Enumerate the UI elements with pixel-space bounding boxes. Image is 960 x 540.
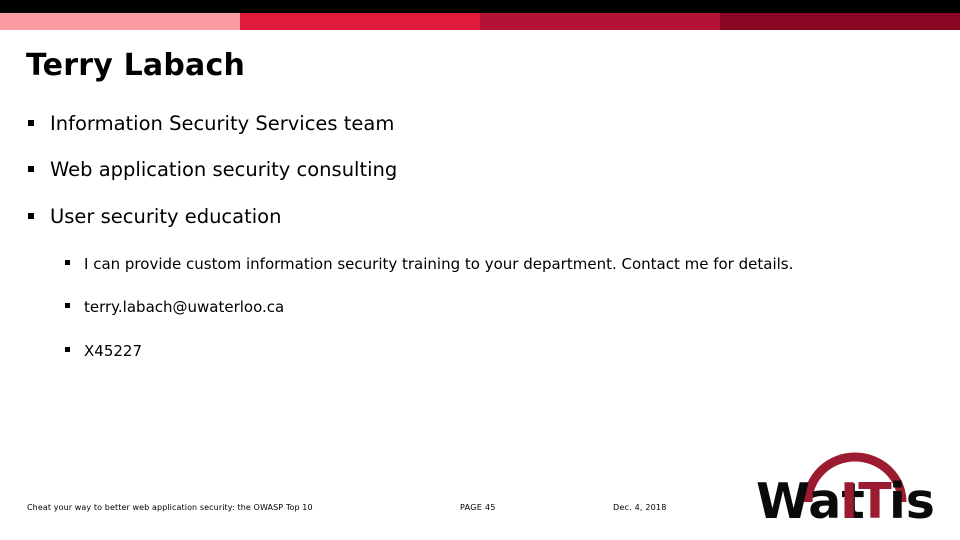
- slide-title: Terry Labach: [26, 48, 246, 83]
- topbar-segment-3: [480, 13, 720, 30]
- topbar-black-band: [0, 0, 960, 13]
- bullet-text: Web application security consulting: [50, 158, 398, 182]
- bullet-marker-icon: [28, 166, 34, 173]
- sub-bullet-item: terry.labach@uwaterloo.ca: [62, 296, 926, 319]
- bullet-item: Information Security Services team: [26, 112, 926, 136]
- slide-body: Information Security Services team Web a…: [26, 112, 926, 363]
- footer-presentation-title: Cheat your way to better web application…: [27, 503, 313, 512]
- sub-bullet-list: I can provide custom information securit…: [62, 253, 926, 363]
- bullet-marker-icon: [28, 212, 34, 219]
- sub-bullet-extension-text: X45227: [84, 341, 142, 360]
- logo-text-is: is: [889, 473, 935, 522]
- bullet-text: Information Security Services team: [50, 112, 395, 135]
- bullet-marker-icon: [28, 120, 34, 126]
- sub-bullet-item: I can provide custom information securit…: [62, 253, 926, 276]
- logo-text-it: IT: [840, 473, 892, 522]
- watitis-logo: Wat IT is: [752, 446, 948, 522]
- sub-bullet-text: I can provide custom information securit…: [84, 255, 794, 274]
- footer-page-number: PAGE 45: [460, 503, 496, 512]
- top-decorative-bar: [0, 0, 960, 34]
- bullet-marker-icon: [65, 303, 70, 309]
- footer-date: Dec. 4, 2018: [613, 503, 667, 512]
- sub-bullet-email-text: terry.labach@uwaterloo.ca: [84, 298, 285, 317]
- topbar-segment-1: [0, 13, 240, 30]
- bullet-text: User security education: [50, 204, 282, 228]
- sub-bullet-item: X45227: [62, 340, 926, 363]
- bullet-item: User security education: [26, 205, 926, 229]
- bullet-item: Web application security consulting: [26, 158, 926, 182]
- bullet-marker-icon: [65, 260, 70, 266]
- topbar-color-band: [0, 13, 960, 30]
- topbar-segment-4: [720, 13, 960, 30]
- topbar-segment-2: [240, 13, 480, 30]
- bullet-marker-icon: [65, 346, 70, 352]
